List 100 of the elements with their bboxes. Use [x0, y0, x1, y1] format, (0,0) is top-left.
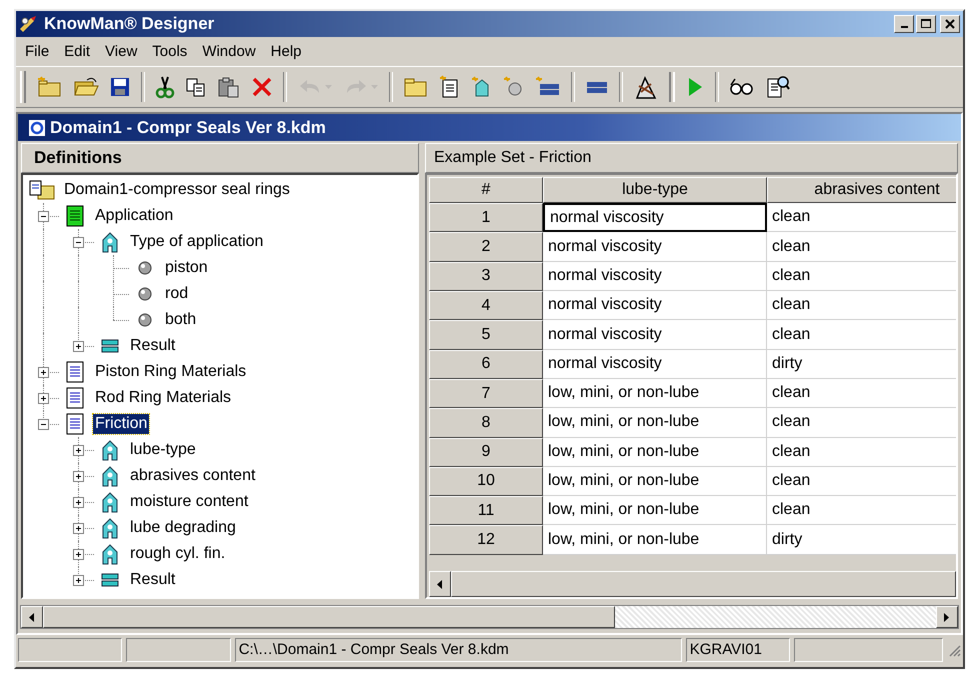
expander-icon[interactable]	[38, 367, 49, 378]
tree-item[interactable]: Result	[128, 570, 178, 590]
table-cell: clean	[767, 232, 956, 262]
expander-icon[interactable]	[73, 575, 84, 586]
tool-icon[interactable]	[633, 74, 659, 100]
table-cell: low, mini, or non-lube	[543, 525, 767, 555]
minimize-button[interactable]	[894, 14, 914, 33]
menu-item[interactable]: File	[20, 42, 60, 60]
expander-icon[interactable]	[73, 445, 84, 456]
tree-item[interactable]: Rod Ring Materials	[93, 388, 234, 408]
scissors-icon[interactable]	[155, 74, 175, 99]
row-header[interactable]: 1	[429, 203, 543, 232]
status-panel: C:\…\Domain1 - Compr Seals Ver 8.kdm	[234, 638, 682, 662]
document-icon	[28, 118, 46, 137]
scroll-left-icon[interactable]	[437, 580, 443, 589]
pane-header: Example Set - Friction	[425, 143, 958, 174]
save-icon[interactable]	[109, 76, 131, 98]
sphere-icon	[137, 312, 153, 328]
horizontal-scrollbar[interactable]	[429, 571, 956, 598]
row-header[interactable]: 9	[429, 438, 543, 467]
scroll-left-icon[interactable]	[29, 612, 35, 622]
table-cell: low, mini, or non-lube	[543, 408, 767, 438]
tree-item[interactable]: Piston Ring Materials	[93, 362, 248, 382]
expander-icon[interactable]	[38, 393, 49, 404]
expander-icon[interactable]	[73, 341, 84, 352]
document-title: Domain1 - Compr Seals Ver 8.kdm	[50, 118, 326, 138]
row-header[interactable]: 4	[429, 291, 543, 320]
close-button[interactable]	[940, 14, 960, 33]
column-header[interactable]: abrasives content	[767, 177, 956, 204]
tree-item[interactable]: Friction	[93, 414, 150, 434]
row-header[interactable]: 3	[429, 262, 543, 292]
toolbar-separator	[389, 72, 393, 102]
tree-item[interactable]: Type of application	[128, 232, 266, 252]
row-header[interactable]: 12	[429, 525, 543, 555]
tree-item[interactable]: lube degrading	[128, 518, 238, 538]
tree-item[interactable]: rough cyl. fin.	[128, 544, 228, 564]
expander-icon[interactable]	[73, 471, 84, 482]
new-result-icon[interactable]	[535, 76, 561, 98]
tree-item[interactable]: piston	[163, 258, 210, 278]
table-cell: normal viscosity	[543, 232, 767, 262]
document-icon	[65, 413, 85, 436]
tree-item[interactable]: rod	[163, 284, 190, 304]
expander-icon[interactable]	[73, 497, 84, 508]
table-cell: normal viscosity	[543, 320, 767, 350]
copy-icon[interactable]	[185, 76, 207, 98]
expander-icon[interactable]	[73, 523, 84, 534]
menu-item[interactable]: View	[100, 42, 148, 60]
row-header[interactable]: 8	[429, 408, 543, 438]
row-header[interactable]: 5	[429, 320, 543, 350]
row-header[interactable]: 2	[429, 232, 543, 262]
open-folder-icon[interactable]	[73, 76, 99, 98]
column-header[interactable]: lube-type	[543, 177, 767, 204]
toolbar-separator	[571, 72, 575, 102]
table-cell: low, mini, or non-lube	[543, 496, 767, 526]
table-cell: low, mini, or non-lube	[543, 378, 767, 408]
sphere-icon	[137, 286, 153, 302]
tree-item[interactable]: lube-type	[128, 440, 198, 460]
scroll-right-icon[interactable]	[944, 612, 950, 622]
row-header[interactable]: 6	[429, 350, 543, 379]
table-cell: normal viscosity	[543, 262, 767, 292]
expander-icon[interactable]	[73, 237, 84, 248]
pane-header: Definitions	[21, 143, 419, 174]
toolbar-separator	[141, 72, 145, 102]
toolbar-grip[interactable]	[20, 70, 26, 103]
document-icon	[65, 361, 85, 384]
menu-item[interactable]: Tools	[147, 42, 198, 60]
app-logo-icon	[19, 14, 39, 33]
table-cell: dirty	[767, 525, 956, 555]
folder-icon[interactable]	[403, 76, 429, 98]
table-cell: low, mini, or non-lube	[543, 438, 767, 467]
maximize-icon	[921, 18, 931, 29]
tree-item[interactable]: abrasives content	[128, 466, 258, 486]
new-folder-icon[interactable]	[37, 76, 63, 98]
tree-item[interactable]: moisture content	[128, 492, 250, 512]
maximize-button[interactable]	[916, 14, 936, 33]
row-header[interactable]: 11	[429, 496, 543, 526]
tree-item[interactable]: Result	[128, 336, 178, 356]
window-title: KnowMan® Designer	[44, 14, 214, 34]
menu-item[interactable]: Help	[266, 42, 312, 60]
tree-item[interactable]: Application	[93, 206, 176, 226]
column-header[interactable]: #	[429, 177, 543, 204]
resize-grip-icon[interactable]	[947, 642, 962, 657]
horizontal-scrollbar[interactable]	[20, 605, 959, 630]
menu-item[interactable]: Edit	[59, 42, 100, 60]
expander-icon[interactable]	[38, 419, 49, 430]
table-cell: normal viscosity	[543, 291, 767, 320]
document-search-icon[interactable]	[765, 74, 791, 100]
delete-icon[interactable]	[251, 76, 273, 98]
menu-item[interactable]: Window	[197, 42, 266, 60]
close-icon	[945, 18, 955, 29]
toolbar-separator	[619, 72, 623, 102]
expander-icon[interactable]	[73, 549, 84, 560]
row-header[interactable]: 7	[429, 378, 543, 408]
tree-item[interactable]: both	[163, 310, 198, 330]
expander-icon[interactable]	[38, 211, 49, 222]
paste-icon[interactable]	[217, 76, 241, 98]
table-cell: normal viscosity	[543, 350, 767, 379]
table-cell: clean	[767, 320, 956, 350]
row-header[interactable]: 10	[429, 466, 543, 496]
tree-item[interactable]: Domain1-compressor seal rings	[62, 180, 292, 200]
